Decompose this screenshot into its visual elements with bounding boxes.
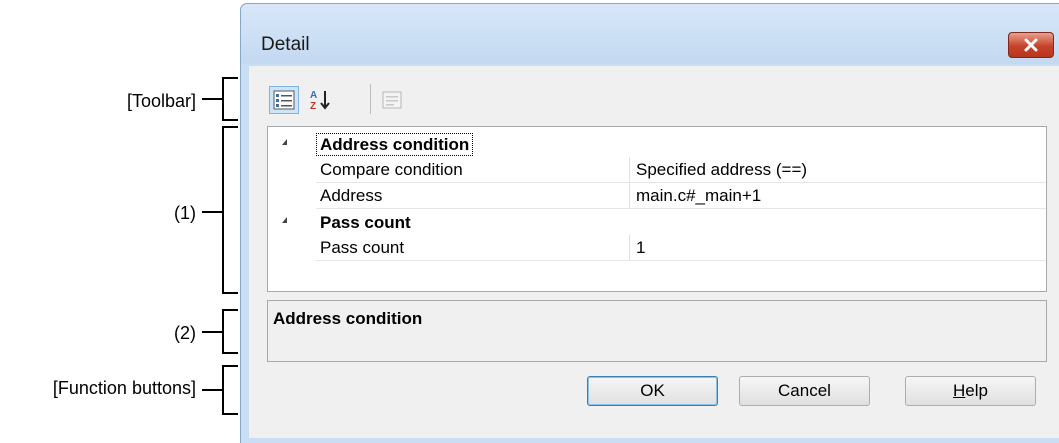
svg-text:A: A <box>310 90 317 101</box>
property-value[interactable]: 1 <box>629 235 1046 261</box>
sort-alphabetical-button[interactable]: A Z <box>305 86 335 114</box>
property-name: Compare condition <box>320 160 463 179</box>
dialog-client-area: A Z Address condition Compare condition … <box>249 66 1059 438</box>
callout-grid: (1) <box>174 203 196 223</box>
close-button[interactable] <box>1008 32 1054 58</box>
collapse-triangle-icon[interactable] <box>282 139 287 145</box>
title-bar[interactable]: Detail <box>241 4 1059 64</box>
tick-toolbar <box>202 98 224 100</box>
property-grid[interactable]: Address condition Compare condition Spec… <box>267 126 1047 292</box>
collapse-triangle-icon[interactable] <box>282 217 287 223</box>
property-pages-button[interactable] <box>377 86 407 114</box>
help-mnemonic: H <box>953 381 966 400</box>
close-x-icon <box>1024 38 1038 52</box>
category-row-address-condition[interactable]: Address condition <box>268 131 1046 157</box>
property-value[interactable]: Specified address (==) <box>629 157 1046 183</box>
property-row[interactable]: Pass count 1 <box>268 235 1046 261</box>
svg-text:Z: Z <box>310 101 316 112</box>
property-row[interactable]: Address main.c#_main+1 <box>268 183 1046 209</box>
categorized-view-icon <box>273 90 295 110</box>
row-divider <box>316 260 1046 261</box>
bracket-function-buttons <box>222 365 238 415</box>
tick-description <box>202 331 224 333</box>
tick-function-buttons <box>202 389 224 391</box>
dialog-title: Detail <box>261 34 310 55</box>
category-label: Pass count <box>320 213 411 232</box>
property-name: Pass count <box>320 238 405 257</box>
property-pages-icon <box>382 91 402 109</box>
category-label: Address condition <box>316 133 474 156</box>
description-title: Address condition <box>273 309 423 328</box>
help-button[interactable]: Help <box>905 376 1036 406</box>
sort-alphabetical-icon: A Z <box>310 90 330 112</box>
cancel-button[interactable]: Cancel <box>739 376 870 406</box>
property-row[interactable]: Compare condition Specified address (==) <box>268 157 1046 183</box>
bracket-toolbar <box>222 77 238 121</box>
property-name: Address <box>320 186 383 205</box>
category-row-pass-count[interactable]: Pass count <box>268 209 1046 235</box>
detail-dialog: Detail A Z Address condition Compare con… <box>240 3 1059 443</box>
toolbar: A Z <box>249 66 1059 126</box>
callout-function-buttons: [Function buttons] <box>52 378 196 398</box>
toolbar-separator <box>370 84 371 114</box>
property-value[interactable]: main.c#_main+1 <box>629 183 1046 209</box>
ok-button[interactable]: OK <box>587 376 718 406</box>
callout-toolbar: [Toolbar] <box>126 91 196 111</box>
categorized-view-button[interactable] <box>269 86 299 114</box>
tick-grid <box>202 211 224 213</box>
callout-description: (2) <box>174 323 196 343</box>
help-label-rest: elp <box>965 381 988 400</box>
bracket-description <box>222 309 238 354</box>
description-panel: Address condition <box>267 300 1047 362</box>
bracket-grid <box>222 126 238 294</box>
